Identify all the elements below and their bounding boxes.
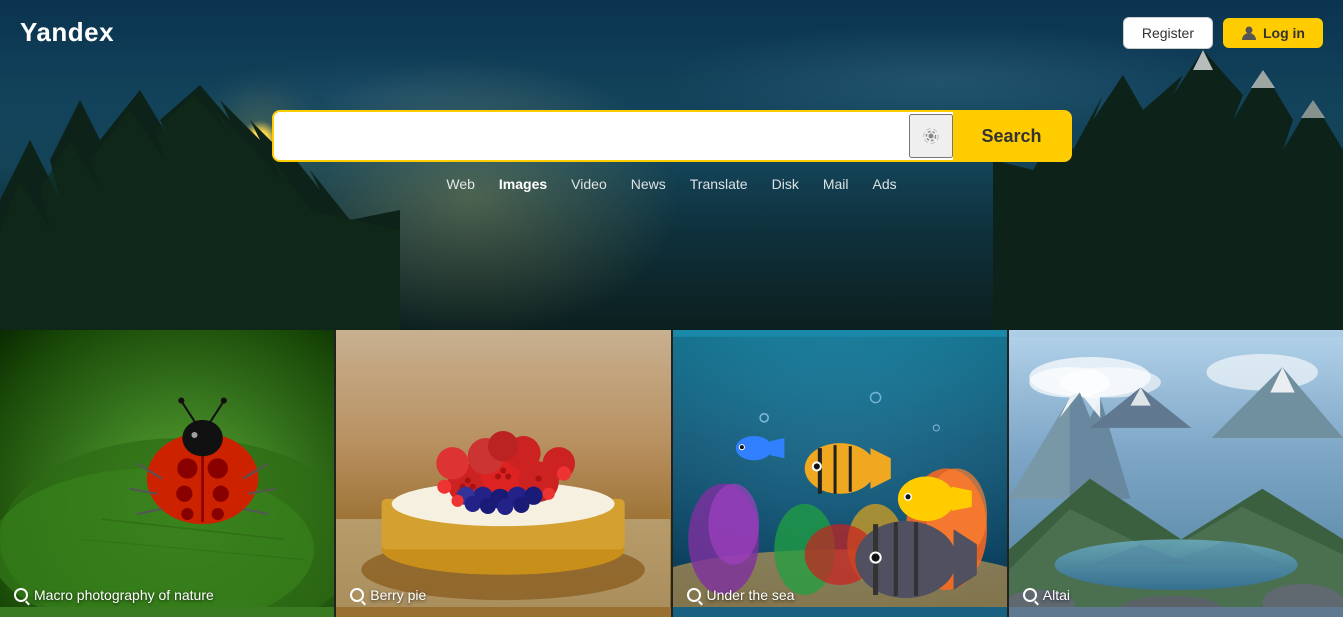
grid-cell-ladybug[interactable]: Macro photography of nature [0,330,334,617]
berry-pie-label: Berry pie [350,587,426,603]
search-icon-ladybug [14,588,28,602]
strip-cell-1 [0,607,334,617]
camera-search-button[interactable] [909,114,953,158]
ladybug-label: Macro photography of nature [14,587,214,603]
user-icon [1241,25,1257,41]
coral-label-text: Under the sea [707,587,795,603]
nav-images[interactable]: Images [499,176,547,192]
camera-icon [920,125,942,147]
altai-label: Altai [1023,587,1070,603]
grid-cell-altai[interactable]: Altai [1009,330,1343,617]
altai-label-text: Altai [1043,587,1070,603]
altai-illustration [1009,330,1343,617]
nav-links: Web Images Video News Translate Disk Mai… [446,176,896,192]
search-button[interactable]: Search [953,110,1069,162]
nav-disk[interactable]: Disk [772,176,799,192]
berry-pie-label-text: Berry pie [370,587,426,603]
grid-cell-berry-pie[interactable]: Berry pie [336,330,670,617]
ladybug-illustration [0,330,334,617]
nav-ads[interactable]: Ads [873,176,897,192]
header-buttons: Register Log in [1123,17,1323,49]
header: Yandex Register Log in [0,0,1343,65]
coral-illustration [673,330,1007,617]
search-input[interactable] [274,112,910,160]
berry-pie-illustration [336,330,670,617]
nav-video[interactable]: Video [571,176,607,192]
search-icon-coral [687,588,701,602]
strip-cell-3 [673,607,1007,617]
nav-translate[interactable]: Translate [690,176,748,192]
logo: Yandex [20,17,114,48]
strip-cell-2 [336,607,670,617]
image-grid: Macro photography of nature [0,330,1343,617]
search-icon-altai [1023,588,1037,602]
coral-label: Under the sea [687,587,795,603]
grid-cell-coral[interactable]: Under the sea [673,330,1007,617]
nav-mail[interactable]: Mail [823,176,849,192]
grid-row-main: Macro photography of nature [0,330,1343,617]
login-button[interactable]: Log in [1223,18,1323,48]
search-section: Search Web Images Video News Translate D… [272,110,1072,192]
bottom-strip [0,607,1343,617]
search-bar: Search [272,110,1072,162]
logo-text: Yandex [20,17,114,47]
register-button[interactable]: Register [1123,17,1213,49]
search-icon-berry [350,588,364,602]
login-label: Log in [1263,25,1305,41]
strip-cell-4 [1009,607,1343,617]
nav-web[interactable]: Web [446,176,475,192]
ladybug-label-text: Macro photography of nature [34,587,214,603]
nav-news[interactable]: News [631,176,666,192]
